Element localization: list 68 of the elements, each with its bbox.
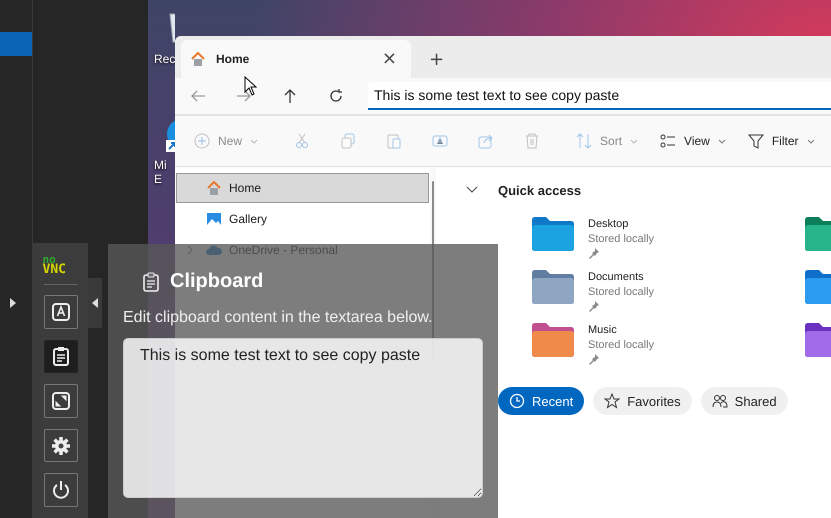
caret-icon [630,138,638,144]
expand-arrow-icon[interactable] [10,298,16,308]
icon-label: Rec [154,52,176,66]
app-logo: no VNC [42,255,67,275]
address-field[interactable]: This is some test text to see copy paste [368,82,831,110]
filter-chip[interactable]: Shared [700,387,788,415]
folder-location: Stored locally [588,285,654,300]
caret-icon [718,138,726,144]
copy-icon [340,133,356,149]
list-icon [660,133,676,149]
clipboard-button[interactable] [44,340,78,374]
filter-chip[interactable]: Favorites [593,387,692,415]
close-button[interactable]: × [380,50,399,68]
home-icon [206,180,222,196]
fullscreen-button[interactable] [44,384,78,418]
folder-icon[interactable] [532,323,574,357]
fullscreen-icon [50,391,70,411]
settings-icon [50,436,70,456]
share-icon [478,133,494,149]
clipboard-textarea[interactable]: This is some test text to see copy paste [123,338,483,498]
refresh-icon [328,88,344,104]
home-icon [190,51,206,67]
tab[interactable]: Home × [181,40,411,78]
folder-location: Stored locally [588,338,654,353]
settings-button[interactable] [44,428,78,462]
folder-location: Stored locally [588,232,654,247]
tab-title: Home [216,52,250,66]
caret-icon [250,138,258,144]
keyboard-button[interactable] [44,294,78,329]
filter-chip[interactable]: Recent [498,387,584,415]
nav-item[interactable]: Gallery [176,204,429,234]
trash-icon [524,133,540,149]
panel-handle[interactable] [88,278,102,328]
plus-icon [194,133,210,149]
up-arrow-icon [282,88,298,104]
instruction-text: Edit clipboard content in the textarea below. [123,309,434,327]
filter-button[interactable]: Filter [736,124,826,158]
folder-name[interactable]: Documents [588,270,654,285]
folder-icon[interactable] [532,270,574,304]
rename-icon [432,133,448,149]
star-icon [604,393,620,409]
chevron-icon[interactable] [466,186,478,194]
folder-name[interactable]: Desktop [588,217,654,232]
folder-name[interactable]: Music [588,323,654,338]
panel-title: Clipboard [170,270,264,293]
collapse-arrow-icon [92,298,98,308]
view-button[interactable]: View [649,124,737,158]
people-icon [712,393,728,409]
selected-item-highlight [0,32,32,56]
power-icon [50,480,70,500]
clipboard-icon [50,346,70,366]
power-button[interactable] [44,473,78,508]
keyboard-icon [50,302,70,322]
clipboard-icon [142,272,160,292]
clock-icon [509,393,525,409]
new-tab-button[interactable]: + [423,49,450,70]
folder-icon[interactable] [532,217,574,251]
icon-label: Mi E [154,158,167,186]
filter-icon [748,133,764,149]
nav-item[interactable]: Home [176,173,429,203]
back-icon [190,88,206,104]
section-title: Quick access [498,182,582,198]
caret-icon [806,138,814,144]
mouse-pointer-icon [244,76,257,96]
paste-icon [386,133,402,149]
scissors-icon [294,133,310,149]
sort-icon [576,133,592,149]
picture-icon [206,211,222,227]
